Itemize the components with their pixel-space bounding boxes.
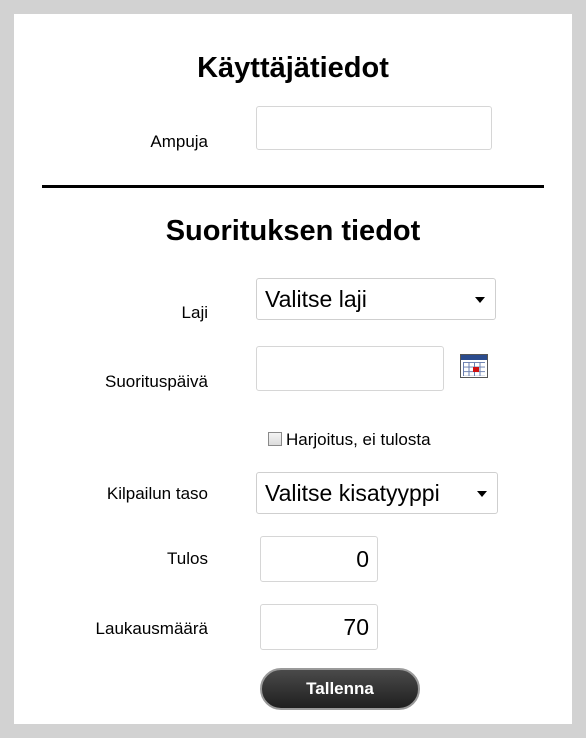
calendar-icon[interactable] [460,354,488,378]
result-input[interactable]: 0 [260,536,378,582]
shooter-label: Ampuja [150,132,208,151]
shooter-input[interactable] [256,106,492,150]
practice-checkbox[interactable] [268,432,282,446]
user-info-heading: Käyttäjätiedot [197,52,389,84]
event-select-value: Valitse laji [265,286,367,312]
chevron-down-icon [477,491,487,497]
chevron-down-icon [475,297,485,303]
result-label: Tulos [167,549,208,568]
competition-level-select-value: Valitse kisatyyppi [265,480,440,506]
date-label: Suorituspäivä [104,372,208,391]
date-input[interactable] [256,346,444,391]
shots-input[interactable]: 70 [260,604,378,650]
event-label: Laji [181,303,208,322]
competition-level-label: Kilpailun taso [106,484,208,503]
shots-label: Laukausmäärä [95,619,208,638]
section-divider [42,185,544,188]
practice-checkbox-label: Harjoitus, ei tulosta [286,430,431,449]
competition-level-select[interactable]: Valitse kisatyyppi [256,472,498,514]
event-select[interactable]: Valitse laji [256,278,496,320]
performance-info-heading: Suorituksen tiedot [165,215,421,247]
save-button[interactable]: Tallenna [260,668,420,710]
form-panel: Käyttäjätiedot Ampuja Suorituksen tiedot… [14,14,572,724]
